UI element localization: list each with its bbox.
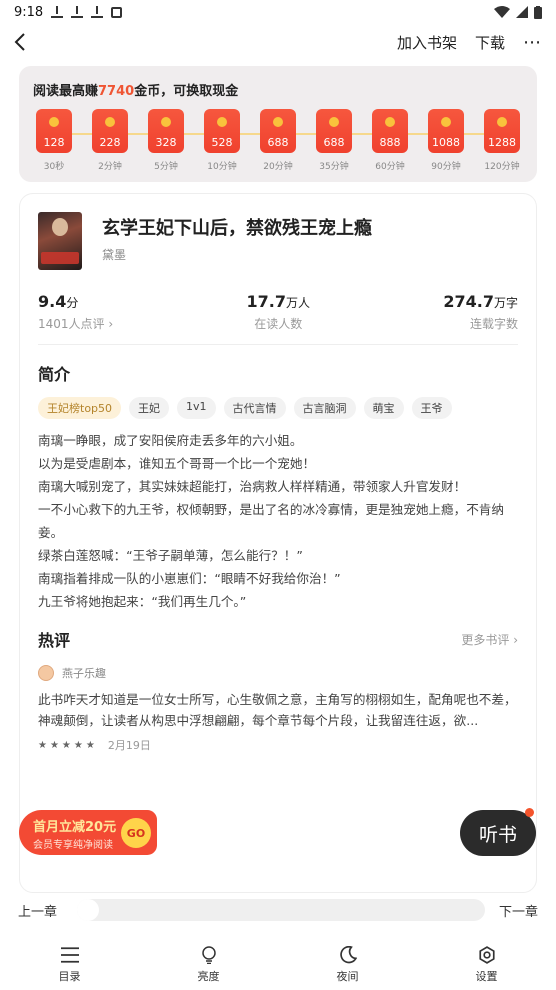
list-icon bbox=[60, 947, 79, 963]
rating-stat[interactable]: 9.4分 1401人点评 › bbox=[38, 292, 113, 332]
reward-step[interactable]: 1088 90分钟 bbox=[425, 109, 467, 179]
reward-step[interactable]: 228 2分钟 bbox=[89, 109, 131, 179]
add-to-shelf-button[interactable]: 加入书架 bbox=[397, 32, 457, 53]
reward-step[interactable]: 1288 120分钟 bbox=[481, 109, 523, 179]
book-detail-card: 玄学王妃下山后，禁欲残王宠上瘾 黛墨 9.4分 1401人点评 › 17.7万人… bbox=[19, 193, 537, 893]
reward-step[interactable]: 688 20分钟 bbox=[257, 109, 299, 179]
more-reviews-link[interactable]: 更多书评 › bbox=[461, 631, 518, 648]
download-notification-icon bbox=[91, 6, 104, 18]
review-user-name: 燕子乐趣 bbox=[62, 667, 106, 680]
go-button[interactable]: GO bbox=[121, 818, 151, 848]
tag-chip[interactable]: 古言脑洞 bbox=[293, 397, 356, 419]
next-chapter-button[interactable]: 下一章 bbox=[499, 901, 538, 920]
notification-dot bbox=[525, 808, 534, 817]
back-button[interactable] bbox=[14, 28, 38, 56]
reward-step[interactable]: 528 10分钟 bbox=[201, 109, 243, 179]
chapter-navigation: 上一章 下一章 bbox=[0, 893, 556, 927]
red-envelope-icon: 128 bbox=[36, 109, 72, 153]
battery-icon bbox=[534, 5, 542, 19]
reviews-heading: 热评 bbox=[38, 631, 71, 650]
red-envelope-icon: 328 bbox=[148, 109, 184, 153]
tag-chip[interactable]: 古代言情 bbox=[223, 397, 286, 419]
reward-step[interactable]: 888 60分钟 bbox=[369, 109, 411, 179]
brightness-button[interactable]: 亮度 bbox=[169, 946, 249, 984]
red-envelope-icon: 688 bbox=[316, 109, 352, 153]
chapter-progress-slider[interactable] bbox=[77, 899, 485, 921]
word-count-stat: 274.7万字 连载字数 bbox=[443, 292, 518, 331]
book-cover[interactable] bbox=[38, 212, 82, 270]
night-mode-button[interactable]: 夜间 bbox=[308, 946, 388, 984]
reward-step[interactable]: 688 35分钟 bbox=[313, 109, 355, 179]
signal-icon bbox=[516, 6, 528, 18]
review-item[interactable]: 燕子乐趣 此书咋天才知道是一位女士所写，心生敬佩之意，主角写的栩栩如生，配角呢也… bbox=[38, 665, 518, 753]
red-envelope-icon: 1288 bbox=[484, 109, 520, 153]
tag-chip[interactable]: 萌宝 bbox=[363, 397, 404, 419]
reward-steps: 128 30秒 228 2分钟 328 5分钟 528 10分钟 688 20分钟 688… bbox=[33, 109, 523, 179]
download-notification-icon bbox=[51, 6, 64, 18]
catalog-button[interactable]: 目录 bbox=[30, 946, 110, 984]
tag-chip[interactable]: 1v1 bbox=[177, 397, 216, 419]
reward-step[interactable]: 328 5分钟 bbox=[145, 109, 187, 179]
coin-amount: 7740 bbox=[98, 84, 135, 99]
red-envelope-icon: 888 bbox=[372, 109, 408, 153]
red-envelope-icon: 528 bbox=[204, 109, 240, 153]
tag-list: 王妃榜top50 王妃 1v1 古代言情 古言脑洞 萌宝 王爷 bbox=[38, 397, 518, 419]
gear-icon bbox=[478, 946, 495, 964]
readers-stat: 17.7万人 在读人数 bbox=[246, 292, 311, 331]
red-envelope-icon: 1088 bbox=[428, 109, 464, 153]
download-button[interactable]: 下载 bbox=[475, 32, 505, 53]
review-text: 此书咋天才知道是一位女士所写，心生敬佩之意，主角写的栩栩如生，配角呢也不差，神魂… bbox=[38, 692, 517, 728]
bottom-toolbar: 目录 亮度 夜间 设置 bbox=[0, 940, 556, 990]
tag-chip[interactable]: 王爷 bbox=[411, 397, 452, 419]
reading-reward-panel[interactable]: 阅读最高赚7740金币，可换取现金 128 30秒 228 2分钟 328 5分钟 5… bbox=[19, 66, 537, 182]
book-stats: 9.4分 1401人点评 › 17.7万人 在读人数 274.7万字 连载字数 bbox=[38, 292, 518, 345]
star-rating: ★★★★★ bbox=[38, 739, 98, 751]
download-notification-icon bbox=[71, 6, 84, 18]
moon-icon bbox=[339, 946, 357, 964]
wifi-icon bbox=[494, 6, 510, 18]
chevron-left-icon bbox=[14, 33, 25, 51]
reward-title: 阅读最高赚7740金币，可换取现金 bbox=[33, 84, 239, 99]
red-envelope-icon: 228 bbox=[92, 109, 128, 153]
more-options-button[interactable]: ⋯ bbox=[523, 32, 542, 53]
membership-promo-banner[interactable]: 首月立减20元 会员专享纯净阅读 GO bbox=[19, 810, 157, 855]
tag-chip[interactable]: 王妃榜top50 bbox=[38, 397, 122, 419]
avatar bbox=[38, 665, 54, 681]
tag-chip[interactable]: 王妃 bbox=[129, 397, 170, 419]
slider-thumb[interactable] bbox=[77, 899, 100, 921]
book-author[interactable]: 黛墨 bbox=[102, 246, 372, 263]
reward-step[interactable]: 128 30秒 bbox=[33, 109, 75, 179]
red-envelope-icon: 688 bbox=[260, 109, 296, 153]
intro-heading: 简介 bbox=[38, 365, 71, 384]
book-title: 玄学王妃下山后，禁欲残王宠上瘾 bbox=[102, 218, 372, 239]
settings-button[interactable]: 设置 bbox=[447, 946, 527, 984]
lightbulb-icon bbox=[201, 946, 216, 964]
review-date: 2月19日 bbox=[107, 739, 151, 752]
top-bar: 加入书架 下载 ⋯ bbox=[0, 24, 556, 60]
app-notification-icon bbox=[111, 6, 123, 18]
status-bar: 9:18 bbox=[0, 0, 556, 24]
listen-audiobook-button[interactable]: 听书 bbox=[460, 808, 536, 856]
status-time: 9:18 bbox=[14, 4, 44, 20]
book-synopsis: 南璃一睁眼，成了安阳侯府走丢多年的六小姐。 以为是受虐剧本，谁知五个哥哥一个比一… bbox=[38, 433, 504, 609]
previous-chapter-button[interactable]: 上一章 bbox=[18, 901, 57, 920]
